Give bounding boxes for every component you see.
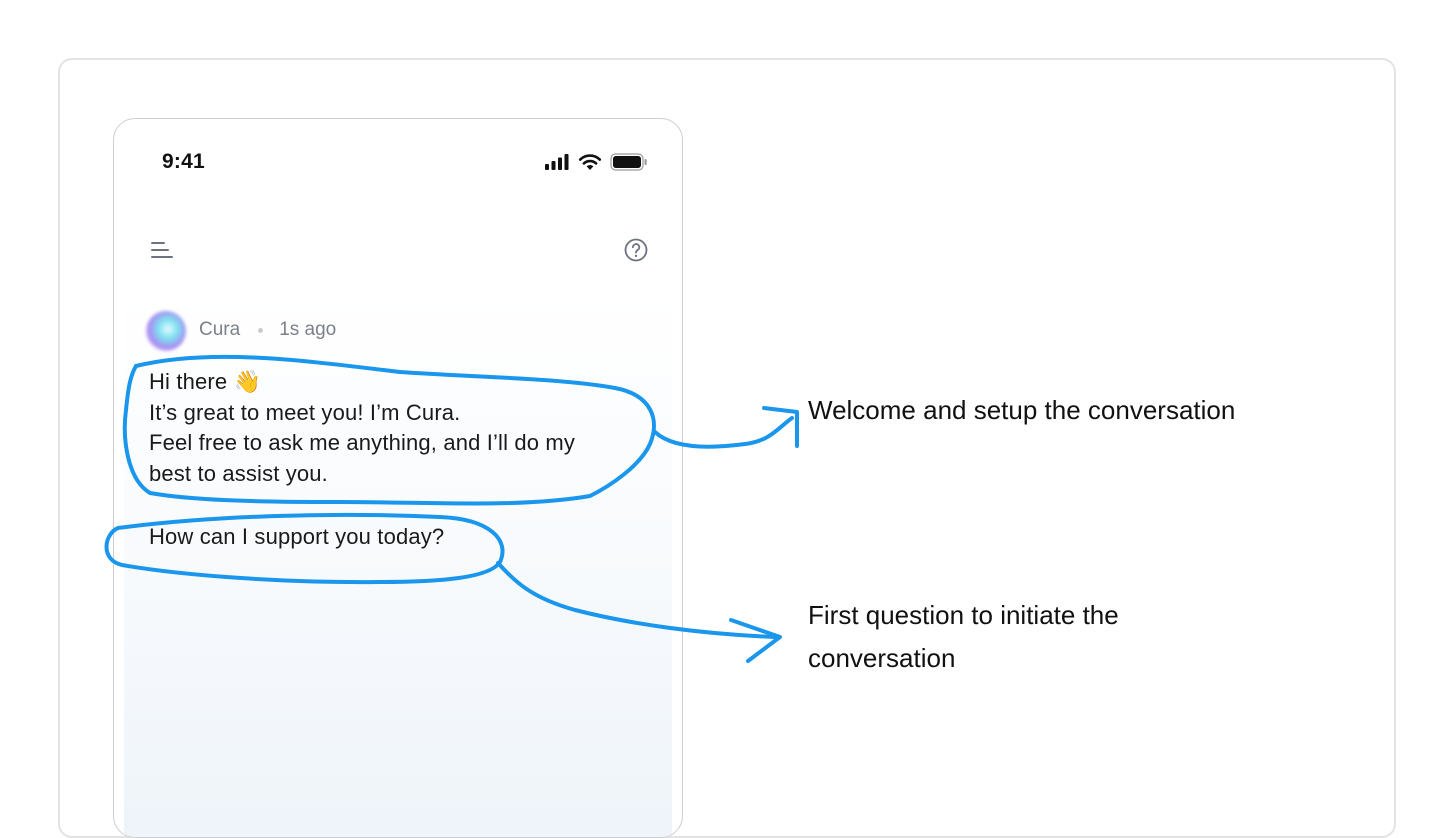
greeting-line: Hi there 👋 <box>149 369 262 394</box>
phone-mockup: 9:41 Cura 1s ago Hi there 👋 It’s great t… <box>113 118 683 838</box>
message-meta: Cura 1s ago <box>199 319 336 341</box>
annotation-first-question: First question to initiate the conversat… <box>808 600 1119 673</box>
status-bar-icons <box>544 153 648 171</box>
menu-icon[interactable] <box>150 240 174 260</box>
separator-dot <box>258 327 264 333</box>
question-message: How can I support you today? <box>149 522 444 553</box>
wifi-icon <box>578 153 602 170</box>
assistant-avatar <box>146 311 186 351</box>
greeting-line: Feel free to ask me anything, and I’ll d… <box>149 430 576 455</box>
battery-icon <box>610 153 647 171</box>
help-circle-icon[interactable] <box>623 237 649 263</box>
greeting-line: It’s great to meet you! I’m Cura. <box>149 399 461 425</box>
status-bar-time: 9:41 <box>162 150 205 173</box>
sender-name: Cura <box>199 319 241 340</box>
cellular-signal-icon <box>545 154 569 170</box>
greeting-line: best to assist you. <box>149 460 328 486</box>
question-line: How can I support you today? <box>149 524 445 549</box>
message-timestamp: 1s ago <box>279 319 337 340</box>
greeting-message: Hi there 👋 It’s great to meet you! I’m C… <box>149 367 575 489</box>
annotation-welcome: Welcome and setup the conversation <box>808 395 1236 425</box>
